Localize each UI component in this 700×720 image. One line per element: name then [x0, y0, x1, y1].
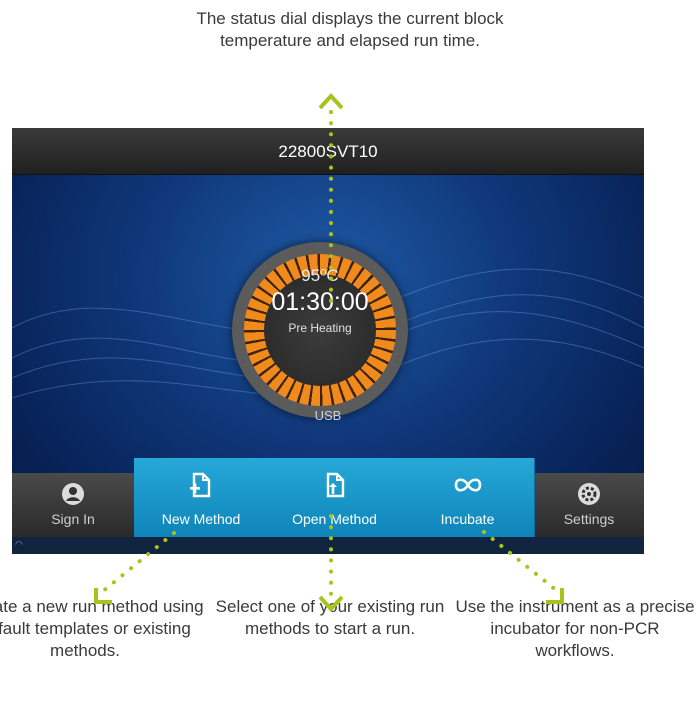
- connector-top-arrow: [318, 93, 344, 110]
- connector-mid-arrow: [318, 595, 344, 612]
- connector-top: [100, 110, 558, 602]
- callout-connectors: [94, 93, 564, 612]
- connector-right-arrow: [546, 588, 564, 604]
